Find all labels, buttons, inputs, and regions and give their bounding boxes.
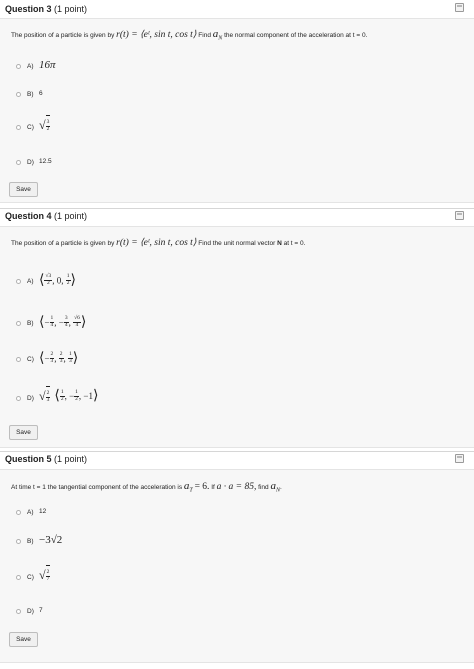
radio-button[interactable] [16,160,21,165]
radio-button[interactable] [16,92,21,97]
q3-save-button[interactable]: Save [9,182,38,197]
radio-button[interactable] [16,64,21,69]
question-5-title: Question 5 (1 point) [5,454,88,464]
question-5-header: Question 5 (1 point) [0,451,474,469]
floppy-disk-icon[interactable] [455,211,464,220]
position-formula: r(t) = ⟨eᵗ, sin t, cos t⟩ [116,238,197,248]
question-3-title: Question 3 (1 point) [5,4,88,14]
radio-button[interactable] [16,125,21,130]
question-3-prompt: The position of a particle is given by r… [11,28,368,42]
radio-button[interactable] [16,510,21,515]
question-5-body: At time t = 1 the tangential component o… [0,469,474,663]
question-4-body: The position of a particle is given by r… [0,226,474,448]
q5-save-button[interactable]: Save [9,632,38,647]
radio-button[interactable] [16,321,21,326]
radio-button[interactable] [16,609,21,614]
floppy-disk-icon[interactable] [455,3,464,12]
question-3-body: The position of a particle is given by r… [0,18,474,203]
q4-save-button[interactable]: Save [9,425,38,440]
radio-button[interactable] [16,575,21,580]
question-3-header: Question 3 (1 point) [0,0,474,18]
radio-button[interactable] [16,539,21,544]
radio-button[interactable] [16,279,21,284]
question-4-header: Question 4 (1 point) [0,208,474,226]
position-formula: r(t) = ⟨eᵗ, sin t, cos t⟩ [116,30,197,40]
question-4-prompt: The position of a particle is given by r… [11,238,306,248]
radio-button[interactable] [16,396,21,401]
question-5-prompt: At time t = 1 the tangential component o… [11,480,282,494]
floppy-disk-icon[interactable] [455,454,464,463]
question-4-title: Question 4 (1 point) [5,211,88,221]
radio-button[interactable] [16,357,21,362]
